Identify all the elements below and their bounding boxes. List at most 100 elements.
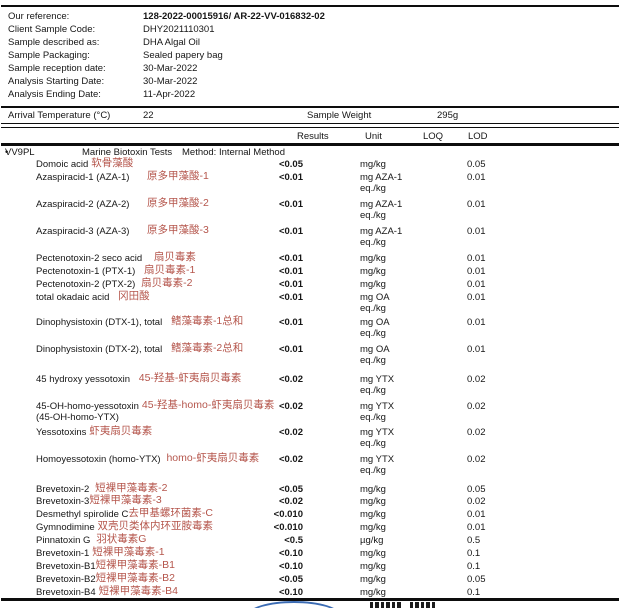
result-value: <0.01 [230,253,303,264]
unit-line1: mg/kg [360,587,386,598]
result-value: <0.01 [230,344,303,355]
analyte-name-en: Pinnatoxin G [36,535,90,546]
unit-value: mg/kg [360,159,386,170]
table-row: Dinophysistoxin (DTX-1), total 鳍藻毒素-1总和 … [0,317,620,344]
lod-value: 0.01 [467,509,486,520]
analyte-name-en: Azaspiracid-1 (AZA-1) [36,172,129,183]
meta-label: Analysis Starting Date: [8,76,143,87]
lod-value: 0.05 [467,574,486,585]
result-value: <0.01 [230,279,303,290]
analyte-name-en: Pectenotoxin-2 seco acid [36,253,142,264]
unit-line1: mg AZA-1 [360,226,402,237]
unit-value: mg OAeq./kg [360,292,390,314]
result-value: <0.05 [230,159,303,170]
analyte-name-en: Pectenotoxin-2 (PTX-2) [36,279,135,290]
table-row: Homoyessotoxin (homo-YTX) homo-虾夷扇贝毒素 <0… [0,454,620,484]
unit-value: mg/kg [360,561,386,572]
table-row: Brevetoxin-B2短裸甲藻毒素-B2 <0.05 mg/kg 0.05 [0,574,620,587]
table-row: 45-OH-homo-yessotoxin 45-羟基-homo-虾夷扇贝毒素 … [0,401,620,427]
meta-row: Sample Packaging:Sealed papery bag [8,50,612,63]
analyte-name-line2: (45-OH-homo-YTX) [36,412,119,423]
analyte-name-en: Homoyessotoxin (homo-YTX) [36,454,161,465]
top-divider [1,5,619,7]
meta-label: Sample Packaging: [8,50,143,61]
analyte-name: Azaspiracid-2 (AZA-2) 原多甲藻酸-2 [36,199,209,210]
meta-row: Our reference:128-2022-00015916/ AR-22-V… [8,11,612,24]
table-row: Azaspiracid-3 (AZA-3) 原多甲藻酸-3 <0.01 mg A… [0,226,620,253]
result-value: <0.05 [230,484,303,495]
unit-value: mg AZA-1eq./kg [360,199,402,221]
sample-weight-value: 295g [437,110,458,121]
analyte-name-en: Dinophysistoxin (DTX-1), total [36,317,162,328]
analyte-name: Azaspiracid-3 (AZA-3) 原多甲藻酸-3 [36,226,209,237]
unit-line1: µg/kg [360,535,383,546]
meta-row: Analysis Starting Date:30-Mar-2022 [8,76,612,89]
result-value: <0.02 [230,427,303,438]
analyte-annotation-cn: 软骨藻酸 [88,157,133,169]
analyte-name-en: Yessotoxins [36,427,86,438]
lod-value: 0.01 [467,199,486,210]
table-row: Brevetoxin-1 短裸甲藻毒素-1 <0.10 mg/kg 0.1 [0,548,620,561]
result-value: <0.02 [230,496,303,507]
analyte-name: Brevetoxin-B2短裸甲藻毒素-B2 [36,574,175,585]
meta-value: DHY2021110301 [143,24,214,35]
table-row: 45 hydroxy yessotoxin 45-羟基-虾夷扇贝毒素 <0.02… [0,374,620,401]
analyte-name: Pectenotoxin-2 (PTX-2) 扇贝毒素-2 [36,279,192,290]
unit-line1: mg OA [360,344,390,355]
unit-line1: mg/kg [360,509,386,520]
unit-value: mg YTXeq./kg [360,454,394,476]
unit-value: mg/kg [360,522,386,533]
analyte-name: Brevetoxin-1 短裸甲藻毒素-1 [36,548,165,559]
analyte-name: Brevetoxin-2 短裸甲藻毒素-2 [36,484,168,495]
unit-value: mg/kg [360,484,386,495]
meta-label: Our reference: [8,11,143,22]
result-value: <0.5 [230,535,303,546]
analyte-name: Domoic acid 软骨藻酸 [36,159,133,170]
analyte-annotation-cn: 去甲基螺环菌素-C [128,507,213,519]
partial-logo-ellipse [247,601,341,608]
lod-value: 0.1 [467,548,480,559]
arrival-temperature-value: 22 [143,110,154,121]
lod-value: 0.02 [467,427,486,438]
meta-row: Client Sample Code:DHY2021110301 [8,24,612,37]
sample-weight-label: Sample Weight [307,110,371,121]
unit-value: mg AZA-1eq./kg [360,172,402,194]
unit-line1: mg YTX [360,374,394,385]
lod-value: 0.01 [467,253,486,264]
analyte-name: Brevetoxin-B1短裸甲藻毒素-B1 [36,561,175,572]
table-row: total okadaic acid 冈田酸 <0.01 mg OAeq./kg… [0,292,620,317]
unit-line2: eq./kg [360,385,394,396]
analyte-annotation-cn: 羽状毒素G [90,533,146,545]
unit-value: mg/kg [360,253,386,264]
arrival-row: Arrival Temperature (°C) 22 Sample Weigh… [0,110,620,123]
analyte-name: Dinophysistoxin (DTX-2), total 鳍藻毒素-2总和 [36,344,243,355]
analyte-name-en: Azaspiracid-3 (AZA-3) [36,226,129,237]
result-value: <0.01 [230,292,303,303]
meta-value: Sealed papery bag [143,50,223,61]
unit-value: mg/kg [360,587,386,598]
unit-line1: mg OA [360,292,390,303]
result-value: <0.01 [230,226,303,237]
analyte-annotation-cn: 45-羟基-虾夷扇贝毒素 [130,372,241,384]
lod-value: 0.01 [467,292,486,303]
analyte-name-en: Azaspiracid-2 (AZA-2) [36,199,129,210]
unit-line1: mg OA [360,317,390,328]
unit-value: mg/kg [360,574,386,585]
meta-value: DHA Algal Oil [143,37,200,48]
unit-value: mg OAeq./kg [360,317,390,339]
analyte-name: Pinnatoxin G 羽状毒素G [36,535,146,546]
analyte-name: Dinophysistoxin (DTX-1), total 鳍藻毒素-1总和 [36,317,243,328]
meta-row: Analysis Ending Date:11-Apr-2022 [8,89,612,102]
analyte-name-en: Brevetoxin-3 [36,496,89,507]
unit-value: mg YTXeq./kg [360,401,394,423]
analyte-name: Brevetoxin-B4 短裸甲藻毒素-B4 [36,587,178,598]
table-row: Azaspiracid-1 (AZA-1) 原多甲藻酸-1 <0.01 mg A… [0,172,620,199]
result-value: <0.10 [230,548,303,559]
table-row: Desmethyl spirolide C去甲基螺环菌素-C <0.010 mg… [0,509,620,522]
unit-line2: eq./kg [360,465,394,476]
table-row: Brevetoxin-B1短裸甲藻毒素-B1 <0.10 mg/kg 0.1 [0,561,620,574]
unit-value: mg/kg [360,266,386,277]
sample-meta: Our reference:128-2022-00015916/ AR-22-V… [8,11,612,102]
analyte-annotation-cn: 短裸甲藻毒素-B1 [96,559,175,571]
lod-value: 0.1 [467,561,480,572]
